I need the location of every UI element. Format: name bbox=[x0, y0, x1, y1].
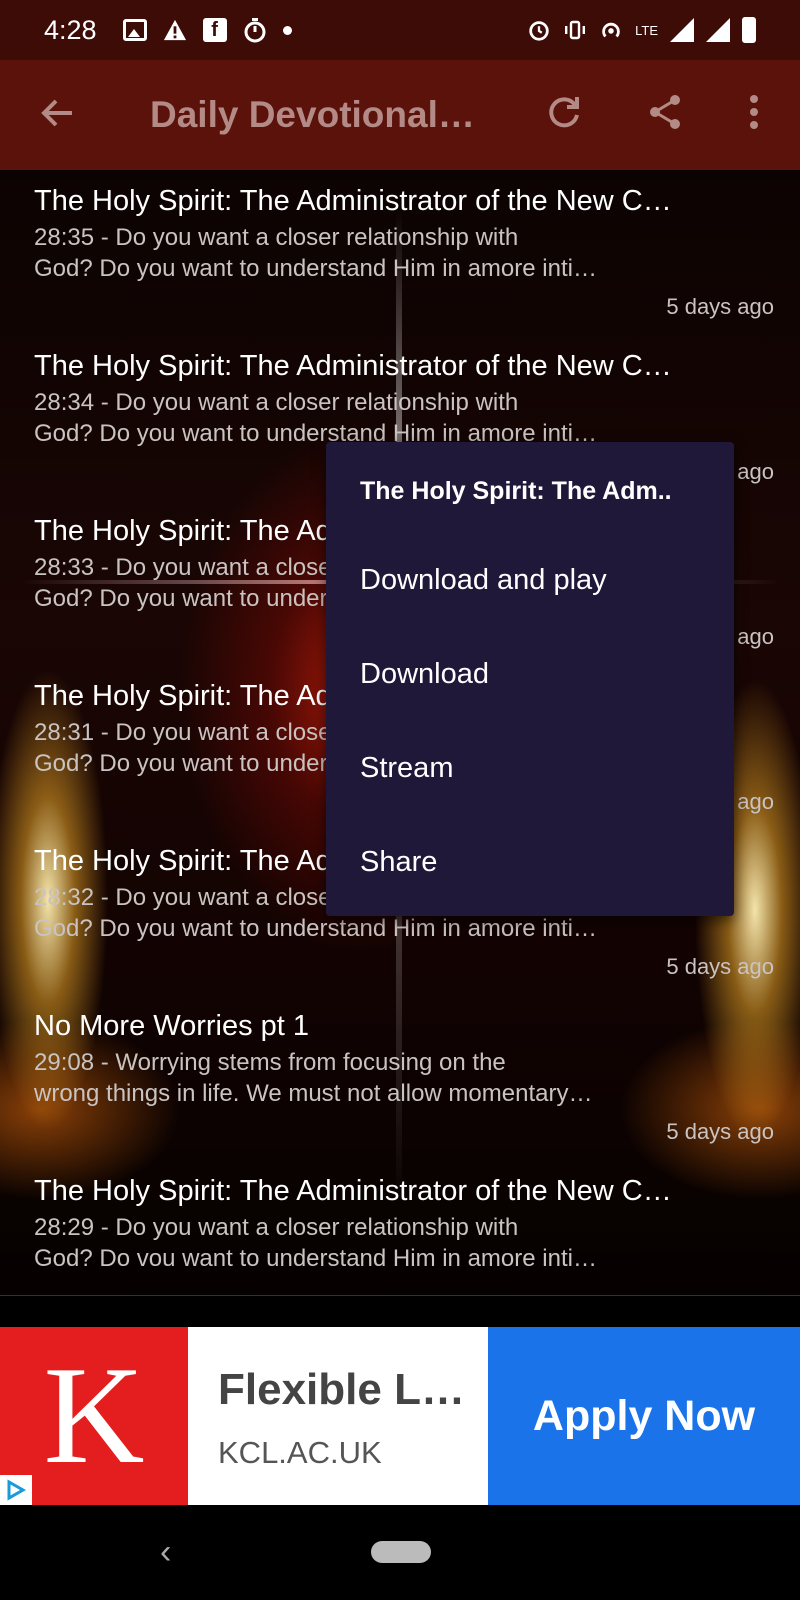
more-notifications-dot-icon bbox=[282, 25, 292, 35]
episode-age: 5 days ago bbox=[666, 954, 774, 979]
ad-headline: Flexible L… bbox=[218, 1365, 465, 1414]
facebook-icon: f bbox=[202, 18, 227, 42]
hotspot-icon bbox=[599, 18, 623, 42]
menu-item-share[interactable]: Share bbox=[360, 846, 437, 879]
signal-icon-2 bbox=[706, 18, 730, 42]
episode-age: 5 days ago bbox=[666, 1119, 774, 1144]
episode-description: 29:08 - Worrying stems from focusing on … bbox=[34, 1049, 593, 1107]
network-type-label: LTE bbox=[635, 22, 658, 38]
episode-title: The Holy Spirit: The Administrator of th… bbox=[34, 350, 672, 382]
episode-description: 28:29 - Do you want a closer relationshi… bbox=[34, 1214, 597, 1272]
episode-age: 5 days ago bbox=[666, 294, 774, 319]
adchoices-icon[interactable] bbox=[0, 1475, 32, 1505]
ad-text-panel[interactable]: Flexible L… KCL.AC.UK bbox=[188, 1327, 488, 1505]
back-arrow-icon[interactable] bbox=[38, 93, 78, 133]
menu-item-download-and-play[interactable]: Download and play bbox=[360, 564, 607, 597]
nav-back-icon[interactable]: ‹ bbox=[160, 1533, 171, 1572]
refresh-icon[interactable] bbox=[544, 92, 584, 132]
episode-title: The Holy Spirit: The Administrator of th… bbox=[34, 185, 672, 217]
more-vert-icon[interactable] bbox=[734, 92, 774, 132]
image-notification-icon bbox=[122, 18, 147, 42]
timer-icon bbox=[243, 18, 267, 43]
menu-header: The Holy Spirit: The Adm.. bbox=[360, 477, 672, 505]
app-bar: Daily Devotional… bbox=[0, 60, 800, 170]
system-nav-bar: ‹ bbox=[0, 1505, 800, 1600]
menu-item-stream[interactable]: Stream bbox=[360, 752, 453, 785]
episode-description: 28:35 - Do you want a closer relationshi… bbox=[34, 224, 597, 282]
vibrate-icon bbox=[563, 18, 587, 42]
list-item[interactable]: The Holy Spirit: The Administrator of th… bbox=[34, 182, 774, 347]
ad-banner[interactable]: K Flexible L… KCL.AC.UK Apply Now bbox=[0, 1327, 800, 1505]
status-time: 4:28 bbox=[44, 14, 97, 45]
battery-icon bbox=[742, 17, 756, 43]
share-icon[interactable] bbox=[645, 92, 685, 132]
list-item[interactable]: No More Worries pt 1 29:08 - Worrying st… bbox=[34, 1007, 774, 1172]
episode-description: 28:34 - Do you want a closer relationshi… bbox=[34, 389, 597, 447]
page-title: Daily Devotional… bbox=[150, 94, 475, 135]
ad-cta-button[interactable]: Apply Now bbox=[488, 1327, 800, 1505]
status-bar: 4:28 f LTE bbox=[0, 0, 800, 60]
notification-icons: f bbox=[122, 18, 292, 43]
divider bbox=[0, 1295, 800, 1327]
episode-title: The Holy Spirit: The Administrator of th… bbox=[34, 1175, 672, 1207]
episode-title: No More Worries pt 1 bbox=[34, 1010, 310, 1042]
ad-domain: KCL.AC.UK bbox=[218, 1435, 382, 1470]
warning-icon bbox=[163, 18, 187, 42]
list-item[interactable]: The Holy Spirit: The Administrator of th… bbox=[34, 1172, 774, 1295]
nav-home-pill[interactable] bbox=[371, 1541, 431, 1563]
signal-icon bbox=[670, 18, 694, 42]
system-icons: LTE bbox=[527, 17, 756, 43]
menu-item-download[interactable]: Download bbox=[360, 658, 489, 691]
episode-context-menu: The Holy Spirit: The Adm.. Download and … bbox=[326, 442, 734, 916]
alarm-icon bbox=[527, 18, 551, 42]
